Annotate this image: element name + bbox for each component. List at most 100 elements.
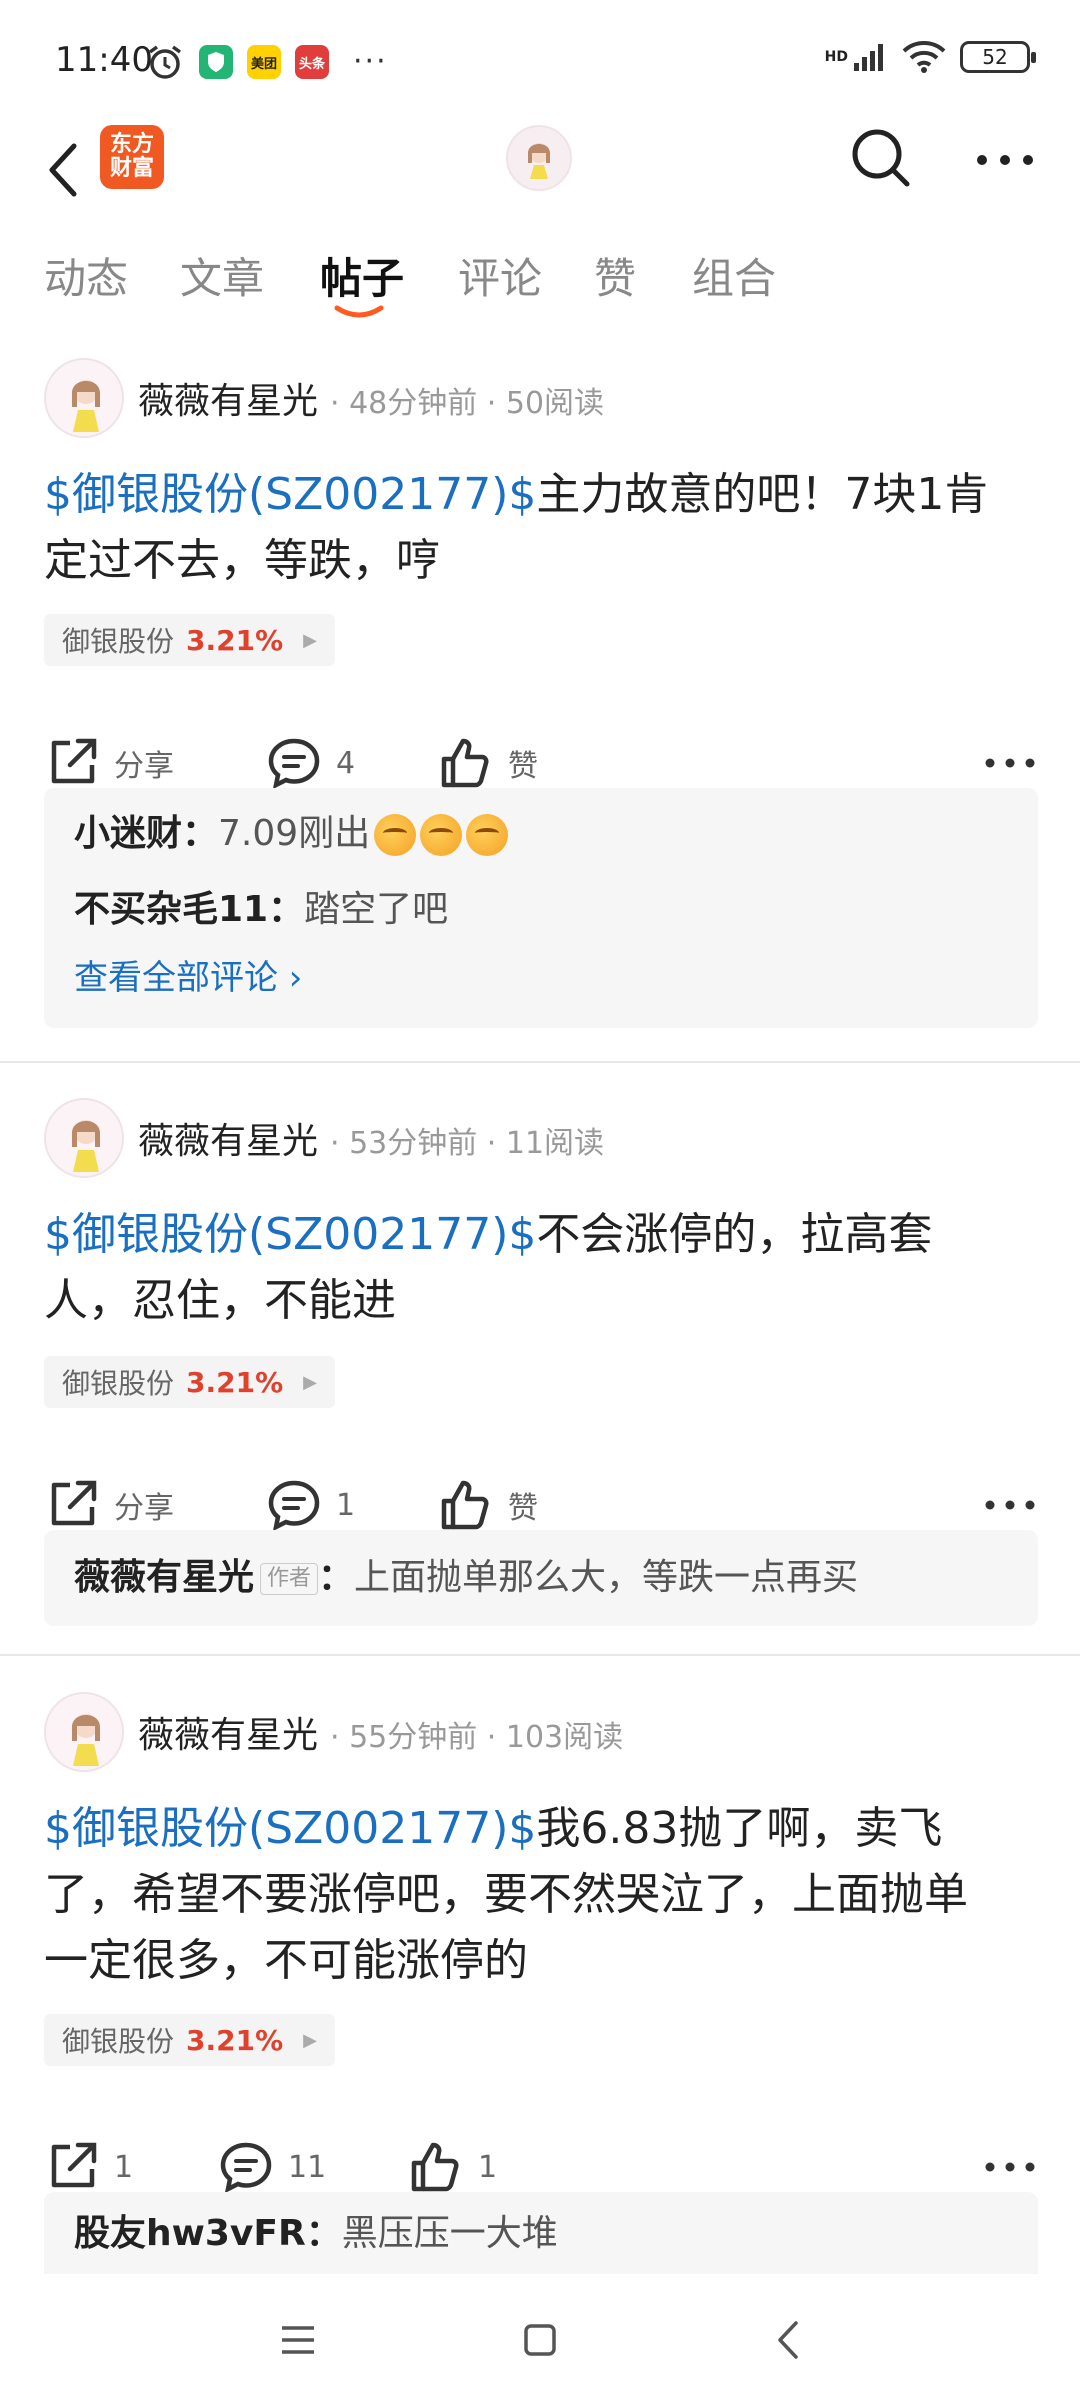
- more-notifications-icon: ···: [353, 44, 388, 79]
- post-more-icon[interactable]: [980, 1480, 1040, 1530]
- back-button[interactable]: [38, 135, 88, 205]
- post-card[interactable]: 薇薇有星光 · 48分钟前 · 50阅读 $御银股份(SZ002177)$主力故…: [0, 350, 1080, 1050]
- security-app-icon: [199, 45, 233, 79]
- post-more-icon[interactable]: [980, 738, 1040, 788]
- search-button[interactable]: [848, 125, 914, 191]
- meituan-app-icon: 美团: [247, 45, 281, 79]
- stock-tag[interactable]: 御银股份 3.21% ▶: [44, 1356, 335, 1408]
- tab-posts[interactable]: 帖子: [320, 245, 404, 306]
- play-arrow-icon: ▶: [303, 1371, 317, 1393]
- comment-item[interactable]: 股友hw3vFR：黑压压一大堆: [74, 2196, 1008, 2272]
- stock-tag[interactable]: 御银股份 3.21% ▶: [44, 614, 335, 666]
- share-label: 分享: [114, 749, 174, 784]
- commenter-name[interactable]: 股友hw3vFR: [74, 2213, 306, 2254]
- comment-item[interactable]: 薇薇有星光 作者 ：上面抛单那么大，等跌一点再买: [74, 1540, 1008, 1616]
- post-content[interactable]: $御银股份(SZ002177)$我6.83抛了啊，卖飞 了，希望不要涨停吧，要不…: [44, 1796, 1034, 1994]
- view-all-comments-link[interactable]: 查看全部评论 ›: [74, 948, 1008, 1008]
- status-bar: 11:40 美团 头条 ··· HD 52: [0, 0, 1080, 120]
- stock-tag[interactable]: 御银股份 3.21% ▶: [44, 2014, 335, 2066]
- home-square-icon: [524, 2324, 556, 2356]
- girl-avatar-icon: [72, 1120, 100, 1172]
- author-line: 薇薇有星光 · 55分钟前 · 103阅读: [138, 1706, 623, 1758]
- stock-link[interactable]: $御银股份(SZ002177)$: [44, 1803, 536, 1854]
- header-avatar[interactable]: [506, 125, 572, 191]
- avatar[interactable]: [44, 1692, 124, 1772]
- post-card[interactable]: 薇薇有星光 · 53分钟前 · 11阅读 $御银股份(SZ002177)$不会涨…: [0, 1090, 1080, 1650]
- status-time: 11:40: [55, 40, 153, 80]
- post-content[interactable]: $御银股份(SZ002177)$主力故意的吧！7块1肯 定过不去，等跌，哼: [44, 462, 1034, 594]
- comments-preview[interactable]: 薇薇有星光 作者 ：上面抛单那么大，等跌一点再买: [44, 1530, 1038, 1626]
- author-line: 薇薇有星光 · 53分钟前 · 11阅读: [138, 1112, 604, 1164]
- post-text-line: 人，忍住，不能进: [44, 1275, 396, 1326]
- comment-icon: [268, 738, 320, 790]
- battery-icon: 52: [960, 41, 1036, 73]
- eastmoney-logo[interactable]: 东方财富: [100, 125, 164, 189]
- more-button[interactable]: [970, 135, 1040, 185]
- tab-likes[interactable]: 赞: [594, 245, 636, 306]
- post-text-line: 不会涨停的，拉高套: [536, 1209, 933, 1260]
- commenter-name[interactable]: 薇薇有星光: [74, 1557, 254, 1598]
- stock-tag-change: 3.21%: [186, 1365, 284, 1399]
- chevron-left-icon: [49, 143, 77, 197]
- post-meta: · 53分钟前 · 11阅读: [330, 1126, 605, 1161]
- post-divider: [0, 1654, 1080, 1656]
- author-name[interactable]: 薇薇有星光: [138, 1112, 318, 1164]
- like-count: 1: [478, 2149, 498, 2185]
- system-nav-bar: [0, 2280, 1080, 2400]
- post-content[interactable]: $御银股份(SZ002177)$不会涨停的，拉高套 人，忍住，不能进: [44, 1202, 1034, 1334]
- girl-avatar-icon: [72, 1714, 100, 1766]
- like-label: 赞: [508, 749, 538, 784]
- toutiao-app-icon: 头条: [295, 45, 329, 79]
- stock-link[interactable]: $御银股份(SZ002177)$: [44, 1209, 536, 1260]
- post-more-icon[interactable]: [980, 2142, 1040, 2192]
- avatar[interactable]: [44, 1098, 124, 1178]
- recent-apps-button[interactable]: [266, 2308, 330, 2372]
- active-tab-indicator: [334, 305, 384, 318]
- play-arrow-icon: ▶: [303, 2029, 317, 2051]
- brand-logo-text: 东方财富: [109, 132, 154, 181]
- system-back-button[interactable]: [756, 2308, 820, 2372]
- commenter-name[interactable]: 不买杂毛11: [74, 889, 268, 930]
- comment-icon: [220, 2142, 272, 2194]
- stock-tag-change: 3.21%: [186, 623, 284, 657]
- post-meta: · 48分钟前 · 50阅读: [330, 386, 605, 421]
- search-icon: [852, 129, 910, 187]
- post-text-line: 我6.83抛了啊，卖飞: [536, 1803, 943, 1854]
- share-icon: [51, 738, 97, 784]
- top-header: 东方财富: [0, 115, 1080, 235]
- comment-item[interactable]: 小迷财：7.09刚出: [74, 796, 1008, 872]
- post-divider: [0, 1061, 1080, 1063]
- author-name[interactable]: 薇薇有星光: [138, 372, 318, 424]
- stock-tag-name: 御银股份: [62, 625, 175, 658]
- commenter-name[interactable]: 小迷财: [74, 813, 182, 854]
- author-name[interactable]: 薇薇有星光: [138, 1706, 318, 1758]
- comments-preview[interactable]: 股友hw3vFR：黑压压一大堆: [44, 2192, 1038, 2274]
- thumbs-up-icon: [441, 1480, 489, 1530]
- comment-item[interactable]: 不买杂毛11：踏空了吧: [74, 872, 1008, 948]
- tab-comments[interactable]: 评论: [458, 245, 542, 306]
- share-icon: [51, 1480, 97, 1526]
- back-triangle-icon: [778, 2321, 798, 2359]
- post-text-line: 主力故意的吧！7块1肯: [536, 469, 989, 520]
- tab-dynamics[interactable]: 动态: [44, 245, 128, 306]
- home-button[interactable]: [508, 2308, 572, 2372]
- share-label: 分享: [114, 1491, 174, 1526]
- author-badge: 作者: [260, 1563, 319, 1595]
- post-card[interactable]: 薇薇有星光 · 55分钟前 · 103阅读 $御银股份(SZ002177)$我6…: [0, 1684, 1080, 2274]
- avatar[interactable]: [44, 358, 124, 438]
- comment-count: 11: [288, 2149, 327, 2185]
- dizzy-face-emoji-icon: [466, 814, 509, 856]
- share-count: 1: [114, 2149, 134, 2185]
- profile-tabs: 动态 文章 帖子 评论 赞 组合: [0, 240, 1080, 330]
- post-text-line: 定过不去，等跌，哼: [44, 535, 440, 586]
- stock-tag-change: 3.21%: [186, 2023, 284, 2057]
- tab-articles[interactable]: 文章: [180, 245, 264, 306]
- stock-link[interactable]: $御银股份(SZ002177)$: [44, 469, 536, 520]
- tab-portfolios[interactable]: 组合: [692, 245, 776, 306]
- comments-preview[interactable]: 小迷财：7.09刚出 不买杂毛11：踏空了吧 查看全部评论 ›: [44, 788, 1038, 1028]
- more-horizontal-icon: [977, 155, 1033, 165]
- status-notification-icons: 美团 头条 ···: [145, 42, 388, 82]
- comment-count: 1: [336, 1487, 356, 1523]
- comment-text: 黑压压一大堆: [341, 2213, 558, 2254]
- stock-tag-name: 御银股份: [62, 1367, 175, 1400]
